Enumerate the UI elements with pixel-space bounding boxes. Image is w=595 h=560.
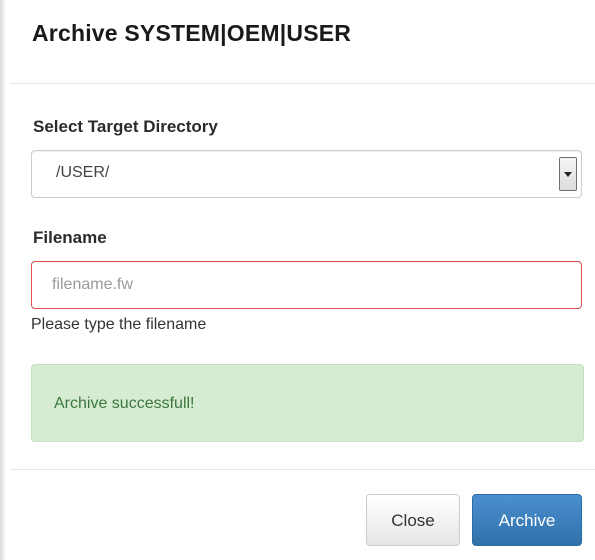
filename-label: Filename [33, 228, 107, 247]
close-button[interactable]: Close [366, 494, 460, 546]
target-directory-selected-value: /USER/ [56, 164, 110, 181]
select-dropdown-button[interactable] [559, 157, 577, 191]
dialog-edge-shadow [0, 0, 6, 560]
dialog-footer-divider [10, 469, 595, 470]
success-alert-message: Archive successfull! [54, 395, 195, 412]
dialog-header: Archive SYSTEM|OEM|USER [10, 0, 595, 84]
filename-input[interactable] [31, 261, 582, 309]
archive-dialog: Archive SYSTEM|OEM|USER Select Target Di… [0, 0, 595, 560]
dialog-title: Archive SYSTEM|OEM|USER [32, 20, 352, 46]
archive-button[interactable]: Archive [472, 494, 582, 546]
target-directory-label: Select Target Directory [33, 117, 218, 136]
target-directory-select[interactable]: /USER/ [31, 150, 582, 198]
filename-help-text: Please type the filename [31, 316, 207, 333]
chevron-down-icon [564, 172, 572, 177]
success-alert: Archive successfull! [31, 364, 584, 442]
